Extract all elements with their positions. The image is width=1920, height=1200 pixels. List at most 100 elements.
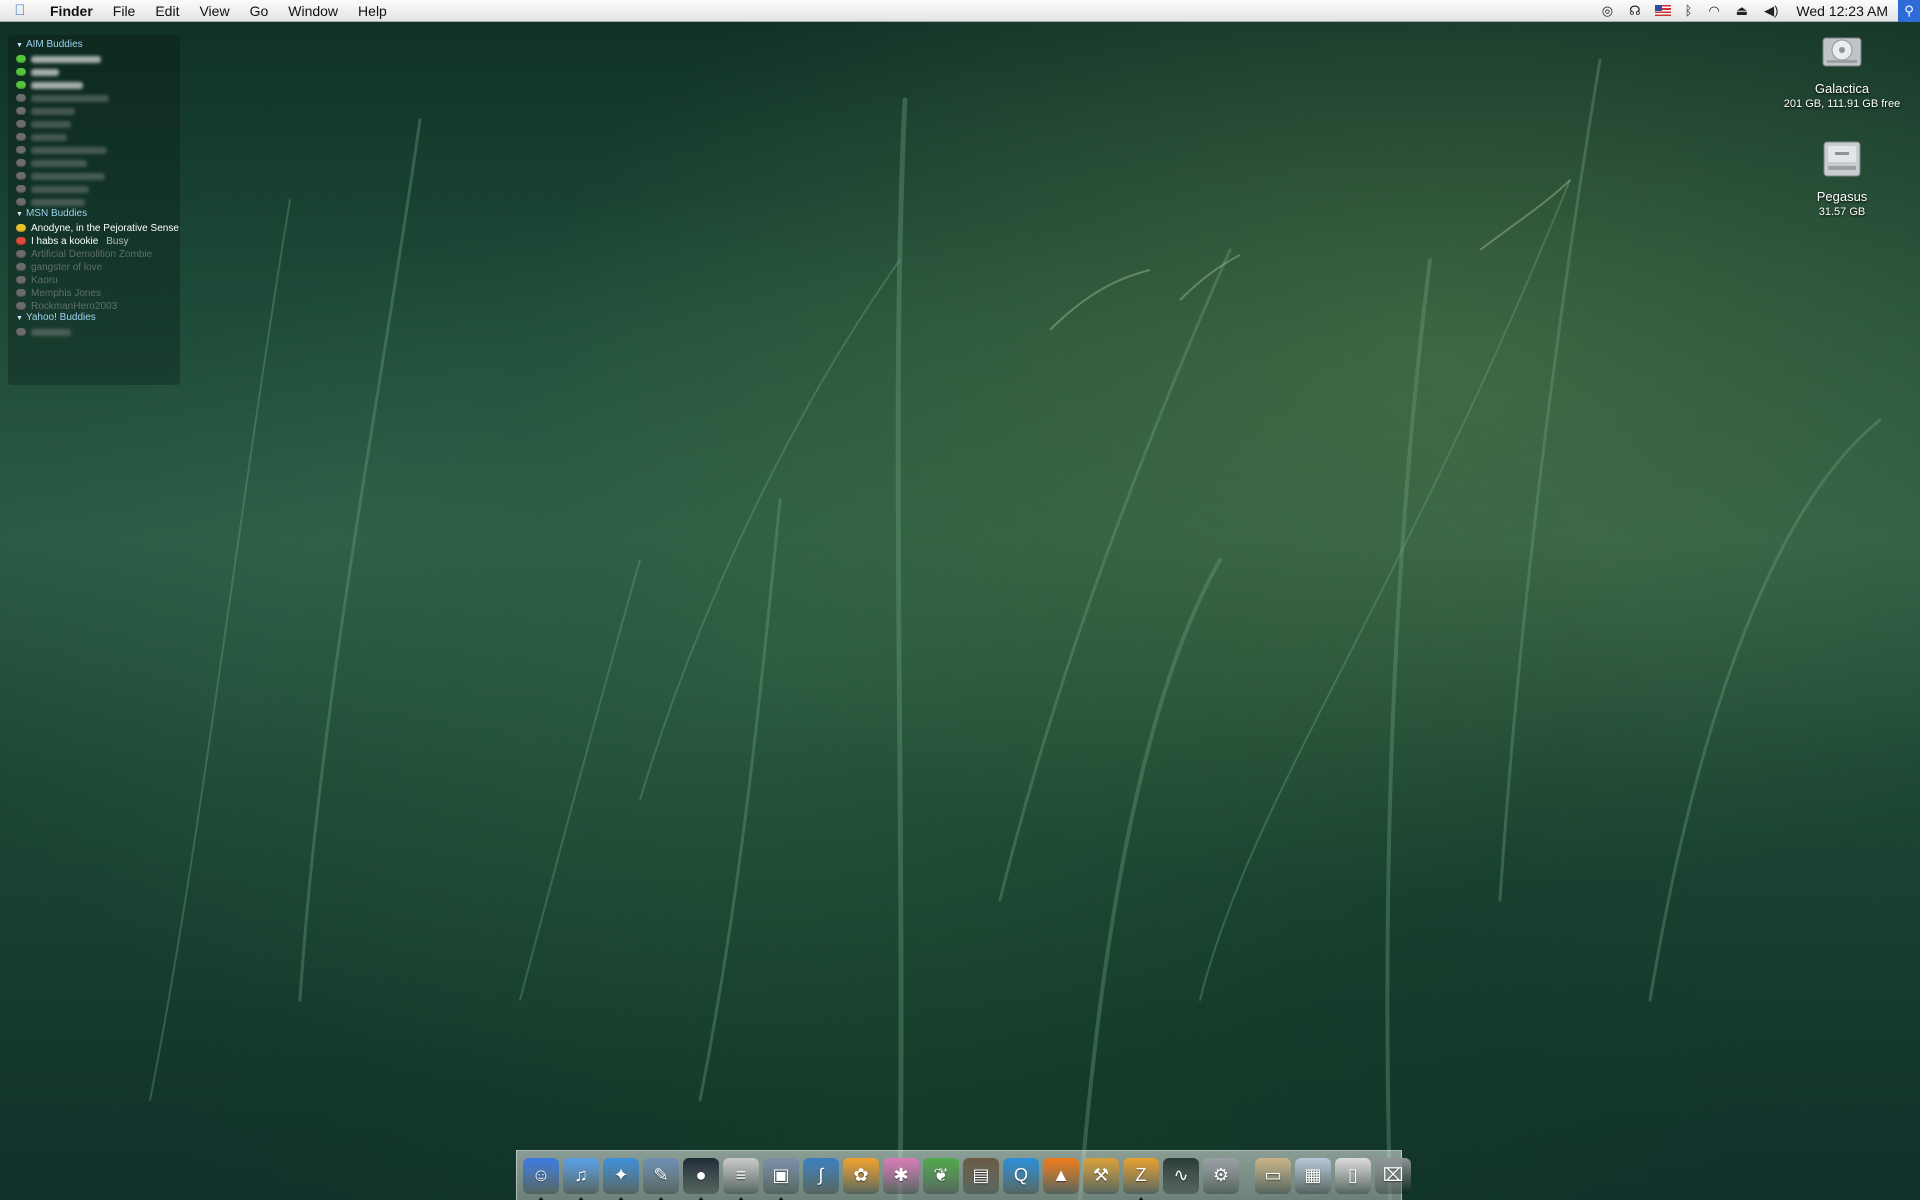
menu-extras: ◎ ☊ ᛒ ◠ ⏏ ◀) Wed 12:23 AM ⚲ (1594, 0, 1920, 22)
hidden-buddy-name (31, 107, 75, 115)
aim-buddy[interactable] (16, 52, 101, 66)
apple-menu-icon[interactable]:  (0, 2, 40, 19)
menu-app-name[interactable]: Finder (40, 0, 103, 22)
msn-buddy[interactable]: Artificial Demolition Zombie (16, 247, 152, 261)
status-offline-icon (16, 276, 26, 284)
dock-stack[interactable]: ▦ (1295, 1157, 1331, 1194)
status-offline-icon (16, 146, 26, 154)
msn-buddy[interactable]: Anodyne, in the Pejorative Sense (16, 221, 179, 235)
dock-image-capture[interactable]: ▣ (763, 1157, 799, 1200)
menu-help[interactable]: Help (348, 0, 397, 22)
dock-quicktime[interactable]: Q (1003, 1157, 1039, 1194)
status-available-icon (16, 55, 26, 63)
eject-icon[interactable]: ⏏ (1728, 0, 1756, 22)
status-offline-icon (16, 120, 26, 128)
volume-icon[interactable]: ◀) (1756, 0, 1786, 22)
status-offline-icon (16, 159, 26, 167)
desktop-drive-galactica[interactable]: Galactica 201 GB, 111.91 GB free (1772, 30, 1912, 111)
msn-buddy[interactable]: gangster of love (16, 260, 102, 274)
dock-pinwheel[interactable]: ✱ (883, 1157, 919, 1194)
feather-icon: ∫ (818, 1165, 824, 1185)
photo-icon: ▤ (972, 1165, 990, 1185)
dock-photo[interactable]: ▤ (963, 1157, 999, 1194)
drive-info: 201 GB, 111.91 GB free (1783, 98, 1901, 110)
folder-icon: ▭ (1264, 1165, 1282, 1185)
safari-icon: ✦ (613, 1165, 629, 1185)
dock-vlc[interactable]: ▲ (1043, 1157, 1079, 1194)
aim-buddy[interactable] (16, 156, 87, 170)
msn-buddy[interactable]: I habs a kookie Busy (16, 234, 129, 248)
dock-preview[interactable]: ✎ (643, 1157, 679, 1200)
aim-buddy[interactable] (16, 130, 67, 144)
hidden-buddy-name (31, 120, 71, 128)
dock-itunes[interactable]: ♫ (563, 1157, 599, 1200)
status-offline-icon (16, 185, 26, 193)
vlc-icon: ▲ (1052, 1165, 1070, 1185)
menu-window[interactable]: Window (278, 0, 348, 22)
menu-edit[interactable]: Edit (145, 0, 189, 22)
hidden-buddy-name (31, 198, 85, 206)
aim-buddy[interactable] (16, 195, 85, 209)
document-icon: ▯ (1348, 1165, 1358, 1185)
aim-buddy[interactable] (16, 169, 105, 183)
aim-buddy[interactable] (16, 65, 59, 79)
textedit-icon: ≡ (735, 1165, 747, 1185)
msn-buddy[interactable]: Memphis Jones (16, 286, 101, 300)
dock-trash[interactable]: ⌧ (1375, 1157, 1411, 1194)
dock-z-app[interactable]: Z (1123, 1157, 1159, 1200)
aim-buddy[interactable] (16, 143, 107, 157)
dock-document[interactable]: ▯ (1335, 1157, 1371, 1194)
status-offline-icon (16, 328, 26, 336)
disclosure-triangle-icon[interactable]: ▼ (16, 42, 23, 49)
dock-finder[interactable]: ☺ (523, 1157, 559, 1200)
activity-monitor-icon: ∿ (1173, 1165, 1189, 1185)
desktop-drive-pegasus[interactable]: Pegasus 31.57 GB (1772, 138, 1912, 219)
group-aim[interactable]: ▼ AIM Buddies (16, 39, 83, 50)
aim-buddy[interactable] (16, 91, 109, 105)
toolbox-icon: ⚒ (1092, 1165, 1110, 1185)
time-machine-icon[interactable]: ◎ (1594, 0, 1621, 22)
dock-activity-monitor[interactable]: ∿ (1163, 1157, 1199, 1194)
menu-file[interactable]: File (103, 0, 146, 22)
dock-leaf[interactable]: ❦ (923, 1157, 959, 1194)
disclosure-triangle-icon[interactable]: ▼ (16, 211, 23, 218)
dock-system-prefs[interactable]: ⚙ (1203, 1157, 1239, 1194)
input-flag-icon[interactable] (1654, 5, 1671, 16)
hard-drive-icon (1822, 37, 1862, 67)
msn-buddy[interactable]: RockmanHero2003 (16, 299, 117, 313)
dock-textedit[interactable]: ≡ (723, 1157, 759, 1200)
aim-buddy[interactable] (16, 182, 89, 196)
dock-folder[interactable]: ▭ (1255, 1157, 1291, 1194)
hidden-buddy-name (31, 172, 105, 180)
dock-flower[interactable]: ✿ (843, 1157, 879, 1194)
hidden-buddy-name (31, 159, 87, 167)
msn-buddy[interactable]: Kaoru (16, 273, 58, 287)
dock-feather[interactable]: ∫ (803, 1157, 839, 1194)
disclosure-triangle-icon[interactable]: ▼ (16, 315, 23, 322)
menu-clock[interactable]: Wed 12:23 AM (1786, 3, 1898, 19)
aim-buddy[interactable] (16, 104, 75, 118)
yahoo-buddy[interactable] (16, 325, 71, 339)
spotlight-icon[interactable]: ⚲ (1898, 0, 1920, 22)
drive-info: 31.57 GB (1818, 206, 1866, 218)
headphones-icon[interactable]: ☊ (1621, 0, 1649, 22)
status-offline-icon (16, 94, 26, 102)
pinwheel-icon: ✱ (893, 1165, 909, 1185)
buddy-list: ▼ AIM Buddies ▼ MSN Buddies Anodyne, in th… (8, 35, 180, 385)
menu-go[interactable]: Go (240, 0, 279, 22)
bluetooth-icon[interactable]: ᛒ (1677, 0, 1701, 22)
group-msn[interactable]: ▼ MSN Buddies (16, 208, 87, 219)
dock-safari[interactable]: ✦ (603, 1157, 639, 1200)
menu-bar:  Finder File Edit View Go Window Help ◎… (0, 0, 1920, 22)
aim-buddy[interactable] (16, 78, 83, 92)
status-offline-icon (16, 107, 26, 115)
status-away-icon (16, 224, 26, 232)
aim-buddy[interactable] (16, 117, 71, 131)
wifi-icon[interactable]: ◠ (1700, 0, 1727, 22)
hidden-buddy-name (31, 328, 71, 336)
trash-icon: ⌧ (1382, 1165, 1404, 1185)
dock-toolbox[interactable]: ⚒ (1083, 1157, 1119, 1194)
group-yahoo[interactable]: ▼ Yahoo! Buddies (16, 312, 96, 323)
menu-view[interactable]: View (189, 0, 239, 22)
dock-chat[interactable]: ● (683, 1157, 719, 1200)
